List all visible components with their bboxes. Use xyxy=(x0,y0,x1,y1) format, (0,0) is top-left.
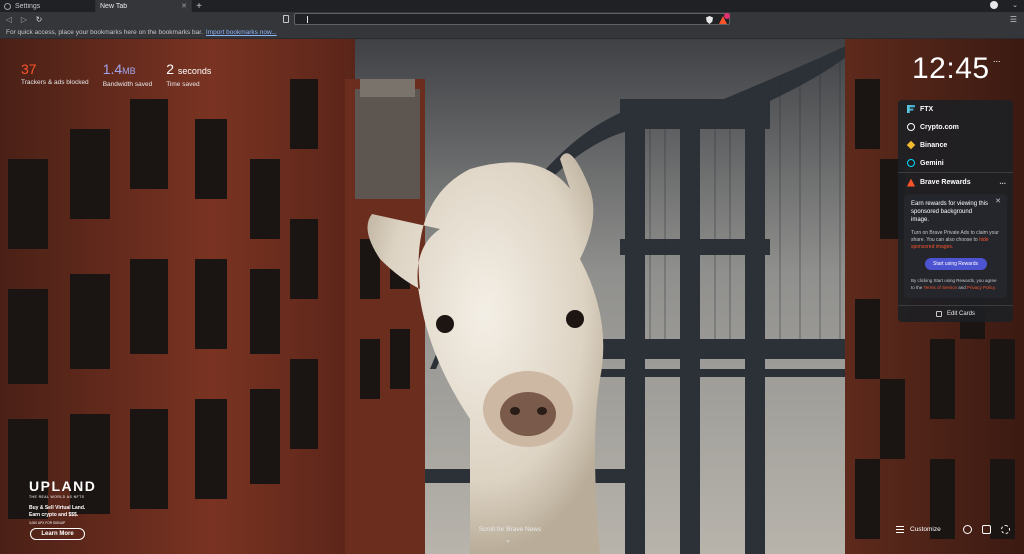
sliders-icon xyxy=(896,526,904,533)
stat-unit: seconds xyxy=(177,66,212,76)
more-options-icon[interactable]: ... xyxy=(999,177,1006,186)
history-icon[interactable] xyxy=(1000,525,1010,534)
close-tab-icon[interactable]: ✕ xyxy=(181,2,187,10)
crypto-com-icon xyxy=(907,123,915,131)
customize-button[interactable]: Customize xyxy=(896,526,941,533)
card-crypto-com[interactable]: Crypto.com xyxy=(898,118,1013,136)
back-button[interactable]: ◁ xyxy=(3,14,15,26)
settings-gear-icon[interactable] xyxy=(962,525,972,534)
close-icon[interactable]: ✕ xyxy=(995,197,1001,205)
edit-cards-button[interactable]: Edit Cards xyxy=(898,305,1013,322)
import-bookmarks-link[interactable]: Import bookmarks now... xyxy=(206,29,277,36)
reload-button[interactable]: ↻ xyxy=(33,14,45,26)
stat-trackers-blocked: 37 Trackers & ads blocked xyxy=(21,61,89,88)
stat-label: Trackers & ads blocked xyxy=(21,79,89,86)
bookmarks-bar-message: For quick access, place your bookmarks h… xyxy=(6,29,203,36)
card-ftx[interactable]: FTX xyxy=(898,100,1013,118)
privacy-stats: 37 Trackers & ads blocked 1.4MB Bandwidt… xyxy=(21,61,211,88)
edit-cards-label: Edit Cards xyxy=(946,311,975,317)
stat-bandwidth-saved: 1.4MB Bandwidth saved xyxy=(103,61,153,88)
bookmark-icon[interactable] xyxy=(283,15,289,23)
stat-value: 2 xyxy=(166,61,174,77)
privacy-policy-link[interactable]: Privacy Policy. xyxy=(967,285,996,290)
text-caret xyxy=(307,16,308,23)
stat-time-saved: 2 seconds Time saved xyxy=(166,61,211,88)
tab-label: Settings xyxy=(15,2,41,10)
customize-label: Customize xyxy=(910,526,941,533)
tab-settings[interactable]: Settings xyxy=(0,0,96,12)
stat-unit: MB xyxy=(122,66,136,76)
new-tab-button[interactable]: + xyxy=(192,0,206,12)
clock-menu-icon[interactable]: ... xyxy=(993,54,1001,64)
card-label: FTX xyxy=(920,105,934,113)
tab-search-chevron-icon[interactable]: ⌄ xyxy=(1012,1,1018,9)
window-controls: ⌄ xyxy=(990,1,1018,9)
bookmarks-bar: For quick access, place your bookmarks h… xyxy=(0,27,1024,39)
card-label: Brave Rewards xyxy=(920,179,971,186)
stat-label: Time saved xyxy=(166,81,200,88)
forward-button[interactable]: ▷ xyxy=(18,14,30,26)
menu-icon[interactable]: ☰ xyxy=(1010,15,1017,24)
bookmarks-icon[interactable] xyxy=(981,525,991,534)
sponsor-fineprint: 3,000 UPX FOR SIGNUP xyxy=(29,521,66,525)
clock: 12:45 xyxy=(912,52,990,85)
terms-of-service-link[interactable]: Terms of Service xyxy=(923,285,957,290)
binance-icon xyxy=(906,140,916,150)
settings-favicon-icon xyxy=(4,2,11,10)
bottom-toolbar: Customize xyxy=(896,525,1010,534)
scroll-for-news-hint[interactable]: Scroll for Brave News xyxy=(470,526,550,533)
stat-value: 1.4 xyxy=(102,61,123,77)
card-gemini[interactable]: Gemini xyxy=(898,154,1013,172)
tab-new-tab[interactable]: New Tab ✕ xyxy=(96,0,192,12)
start-using-rewards-button[interactable]: Start using Rewards xyxy=(924,258,987,270)
rewards-legal-text: By clicking Start using Rewards, you agr… xyxy=(911,278,1000,291)
sponsored-background-image xyxy=(0,39,1024,554)
card-label: Gemini xyxy=(920,159,944,167)
sponsor-line: Earn crypto and $$$. xyxy=(29,511,79,518)
widget-cards-panel: FTX Crypto.com Binance Gemini Brave Rewa… xyxy=(898,100,1013,322)
card-label: Binance xyxy=(920,141,948,149)
gemini-icon xyxy=(907,159,915,167)
toolbar: ◁ ▷ ↻ xyxy=(0,12,1024,31)
rewards-notice-body: Turn on Brave Private Ads to claim your … xyxy=(911,230,1000,251)
sponsor-tagline: THE REAL WORLD AS NFTS xyxy=(29,495,85,499)
learn-more-button[interactable]: Learn More xyxy=(30,528,85,540)
legal-text: and xyxy=(958,284,966,290)
card-brave-rewards[interactable]: Brave Rewards ... xyxy=(898,172,1013,192)
ftx-icon xyxy=(907,105,915,113)
chevron-down-icon[interactable]: ⌄ xyxy=(505,536,511,544)
tab-label: New Tab xyxy=(100,2,128,10)
background-illustration xyxy=(0,39,1024,554)
stat-value: 37 xyxy=(21,61,37,77)
rewards-sponsored-notice: ✕ Earn rewards for viewing this sponsore… xyxy=(904,194,1007,298)
card-binance[interactable]: Binance xyxy=(898,136,1013,154)
tab-strip: Settings New Tab ✕ + ⌄ xyxy=(0,0,1024,12)
sponsor-logo-text: UPLAND xyxy=(29,478,97,494)
brave-rewards-icon xyxy=(907,178,915,187)
profile-icon[interactable] xyxy=(990,1,999,9)
address-bar[interactable] xyxy=(294,13,730,31)
sponsor-logo[interactable]: UPLAND THE REAL WORLD AS NFTS Buy & Sell… xyxy=(29,478,129,525)
rewards-notification-badge xyxy=(724,13,730,19)
card-label: Crypto.com xyxy=(920,123,959,131)
rewards-notice-heading: Earn rewards for viewing this sponsored … xyxy=(911,201,989,223)
edit-icon xyxy=(935,311,942,317)
stat-label: Bandwidth saved xyxy=(102,81,153,88)
